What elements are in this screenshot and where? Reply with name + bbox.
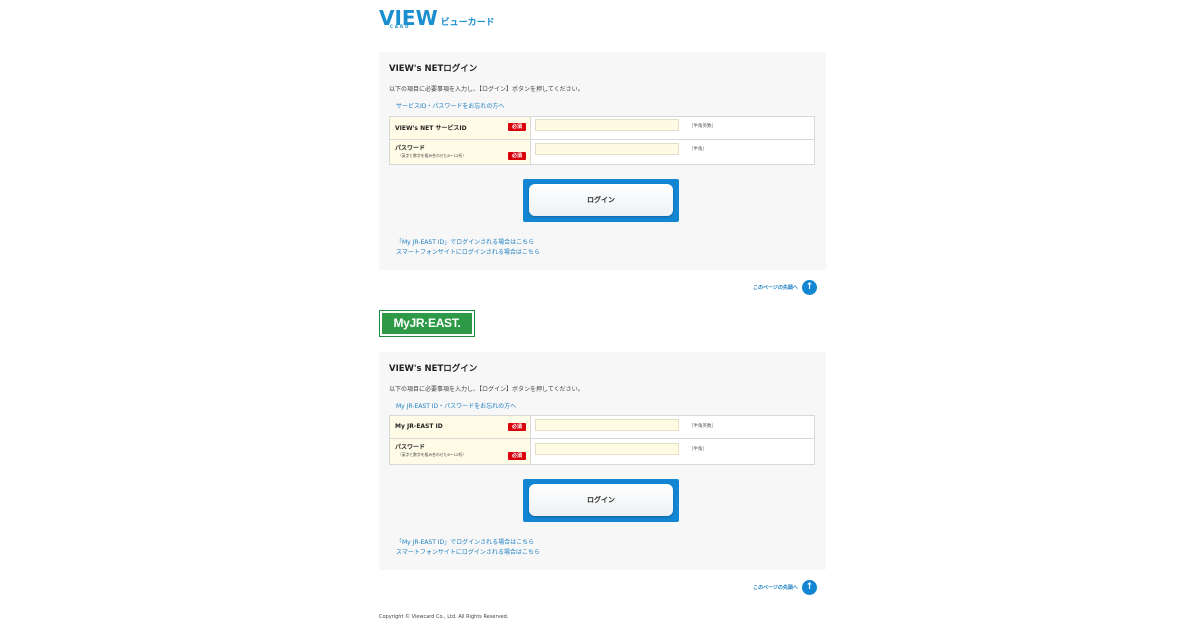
arrow-up-icon: ↑ <box>801 280 817 295</box>
viewcard-logo[interactable]: VIEW CARD ビューカード <box>379 8 495 31</box>
field-sublabel: （英字と数字を組み合わせた8～12桁） <box>398 452 466 457</box>
field-label-cell: パスワード （英字と数字を組み合わせた8～12桁） 必須 <box>390 439 531 464</box>
form-row-service-id: VIEW's NET サービスID 必須 ［半角英数］ <box>390 117 814 139</box>
service-id-input[interactable] <box>535 119 679 131</box>
back-to-top-link[interactable]: このページの先頭へ ↑ <box>753 580 817 595</box>
smartphone-login-link[interactable]: スマートフォンサイトにログインされる場合はこちら <box>396 247 540 256</box>
input-hint: ［半角英数］ <box>689 124 716 129</box>
required-badge: 必須 <box>508 423 526 431</box>
panel-title: VIEW's NETログイン <box>389 64 478 74</box>
myjreast-id-input[interactable] <box>535 419 679 431</box>
form-row-myjreast-id: My JR-EAST ID 必須 ［半角英数］ <box>390 416 814 438</box>
login-panel-myjreast: VIEW's NETログイン 以下の項目に必要事項を入力し、【ログイン】ボタンを… <box>379 352 826 570</box>
view-logo-mark: VIEW CARD <box>379 8 438 29</box>
field-label: My JR-EAST ID <box>395 423 443 430</box>
password-input[interactable] <box>535 443 679 455</box>
field-label-cell: VIEW's NET サービスID 必須 <box>390 117 531 139</box>
panel-title: VIEW's NETログイン <box>389 364 478 374</box>
myjreast-logo: MyJR·EAST. <box>379 310 475 337</box>
form-row-password: パスワード （英字と数字を組み合わせた8～12桁） 必須 ［半角］ <box>390 438 814 464</box>
password-input[interactable] <box>535 143 679 155</box>
arrow-up-icon: ↑ <box>801 580 817 595</box>
field-label: パスワード <box>395 145 426 152</box>
field-label: パスワード <box>395 444 426 451</box>
field-label: VIEW's NET サービスID <box>395 125 467 132</box>
login-button-label: ログイン <box>529 484 673 516</box>
form-row-password: パスワード （英字と数字を組み合わせた8～12桁） 必須 ［半角］ <box>390 139 814 164</box>
myjreast-login-link[interactable]: 「My JR-EAST ID」でログインされる場合はこちら <box>396 237 534 246</box>
login-form-table: My JR-EAST ID 必須 ［半角英数］ パスワード （英字と数字を組み合… <box>389 415 815 465</box>
login-panel-viewsnet: VIEW's NETログイン 以下の項目に必要事項を入力し、【ログイン】ボタンを… <box>379 52 826 270</box>
required-badge: 必須 <box>508 152 526 160</box>
required-badge: 必須 <box>508 123 526 131</box>
forgot-id-password-link[interactable]: サービスID・パスワードをお忘れの方へ <box>396 101 504 110</box>
back-to-top-text: このページの先頭へ <box>753 285 798 291</box>
login-form-table: VIEW's NET サービスID 必須 ［半角英数］ パスワード （英字と数字… <box>389 116 815 165</box>
required-badge: 必須 <box>508 452 526 460</box>
myjreast-login-link[interactable]: 「My JR-EAST ID」でログインされる場合はこちら <box>396 537 534 546</box>
input-hint: ［半角］ <box>689 447 707 452</box>
intro-text: 以下の項目に必要事項を入力し、【ログイン】ボタンを押してください。 <box>389 386 584 393</box>
back-to-top-link[interactable]: このページの先頭へ ↑ <box>753 280 817 295</box>
smartphone-login-link[interactable]: スマートフォンサイトにログインされる場合はこちら <box>396 547 540 556</box>
logo-sub: CARD <box>390 24 411 29</box>
login-button[interactable]: ログイン <box>523 479 679 522</box>
myjreast-logo-text: MyJR·EAST. <box>382 313 472 334</box>
input-hint: ［半角］ <box>689 147 707 152</box>
field-sublabel: （英字と数字を組み合わせた8～12桁） <box>398 153 466 158</box>
field-label-cell: My JR-EAST ID 必須 <box>390 416 531 438</box>
forgot-id-password-link[interactable]: My JR-EAST ID・パスワードをお忘れの方へ <box>396 401 516 410</box>
login-button[interactable]: ログイン <box>523 179 679 222</box>
field-label-cell: パスワード （英字と数字を組み合わせた8～12桁） 必須 <box>390 140 531 164</box>
back-to-top-text: このページの先頭へ <box>753 585 798 591</box>
logo-kana: ビューカード <box>440 18 495 28</box>
copyright: Copyright © Viewcard Co., Ltd. All Right… <box>379 614 509 620</box>
intro-text: 以下の項目に必要事項を入力し、【ログイン】ボタンを押してください。 <box>389 86 584 93</box>
login-button-label: ログイン <box>529 184 673 216</box>
input-hint: ［半角英数］ <box>689 424 716 429</box>
